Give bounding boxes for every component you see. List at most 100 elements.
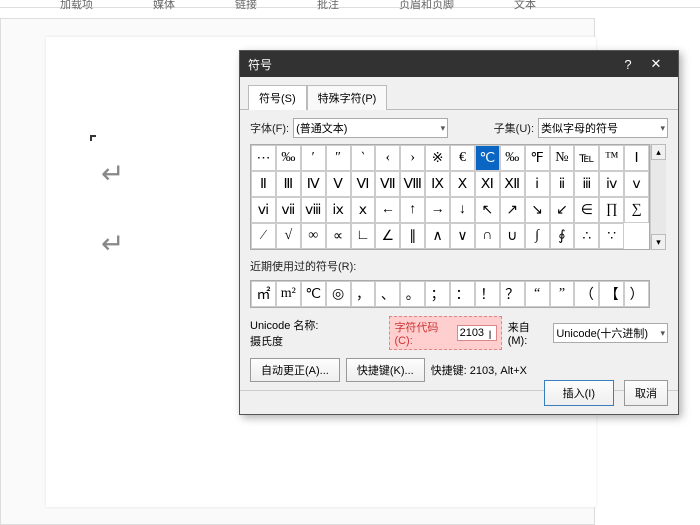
recent-symbol-cell[interactable]: ？: [500, 281, 525, 307]
recent-symbol-cell[interactable]: ，: [351, 281, 376, 307]
symbol-cell[interactable]: ↙: [550, 197, 575, 223]
symbol-cell[interactable]: ↑: [400, 197, 425, 223]
symbol-cell[interactable]: ∫: [525, 223, 550, 249]
symbol-cell[interactable]: Ⅻ: [500, 171, 525, 197]
ribbon-links[interactable]: 链接: [235, 0, 257, 3]
symbol-cell[interactable]: ∩: [475, 223, 500, 249]
symbol-cell[interactable]: ⅱ: [550, 171, 575, 197]
recent-symbol-cell[interactable]: ：: [450, 281, 475, 307]
symbol-cell[interactable]: Ⅺ: [475, 171, 500, 197]
symbol-cell[interactable]: Ⅵ: [351, 171, 376, 197]
symbol-cell[interactable]: €: [450, 145, 475, 171]
symbol-cell[interactable]: ∧: [425, 223, 450, 249]
recent-symbol-cell[interactable]: “: [525, 281, 550, 307]
ribbon-text[interactable]: 文本: [514, 0, 536, 3]
cancel-button[interactable]: 取消: [624, 380, 668, 406]
tab-symbols[interactable]: 符号(S): [248, 85, 307, 110]
symbol-cell[interactable]: ∟: [351, 223, 376, 249]
symbol-cell[interactable]: ∕: [251, 223, 276, 249]
symbol-cell[interactable]: ∠: [375, 223, 400, 249]
symbol-cell[interactable]: ‰: [276, 145, 301, 171]
symbol-cell[interactable]: Ⅱ: [251, 171, 276, 197]
grid-scrollbar[interactable]: ▴ ▾: [650, 144, 666, 250]
symbol-cell[interactable]: ⅷ: [301, 197, 326, 223]
symbol-cell[interactable]: ←: [375, 197, 400, 223]
symbol-cell[interactable]: ⅴ: [624, 171, 649, 197]
scroll-up-icon[interactable]: ▴: [651, 144, 666, 160]
ribbon-headerfooter[interactable]: 页眉和页脚: [399, 0, 454, 3]
symbol-cell[interactable]: ∥: [400, 223, 425, 249]
recent-symbol-cell[interactable]: 【: [599, 281, 624, 307]
symbol-cell[interactable]: Ⅳ: [301, 171, 326, 197]
symbol-cell[interactable]: ‵: [351, 145, 376, 171]
symbol-cell[interactable]: ↖: [475, 197, 500, 223]
ribbon-media[interactable]: 媒体: [153, 0, 175, 3]
autocorrect-button[interactable]: 自动更正(A)...: [250, 358, 340, 382]
symbol-cell[interactable]: ⅹ: [351, 197, 376, 223]
ribbon-addins[interactable]: 加载项: [60, 0, 93, 3]
symbol-cell[interactable]: ↘: [525, 197, 550, 223]
symbol-cell[interactable]: ℃: [475, 145, 500, 171]
symbol-cell[interactable]: ™: [599, 145, 624, 171]
symbol-cell[interactable]: ∈: [574, 197, 599, 223]
symbol-cell[interactable]: ⅰ: [525, 171, 550, 197]
ribbon-comments[interactable]: 批注: [317, 0, 339, 3]
help-button[interactable]: ?: [614, 57, 642, 72]
symbol-cell[interactable]: ∮: [550, 223, 575, 249]
recent-symbol-cell[interactable]: （: [574, 281, 599, 307]
symbol-cell[interactable]: ‰: [500, 145, 525, 171]
symbol-cell[interactable]: ∪: [500, 223, 525, 249]
symbol-cell[interactable]: Ⅸ: [425, 171, 450, 197]
symbol-cell[interactable]: Ⅶ: [375, 171, 400, 197]
symbol-cell[interactable]: ⅸ: [326, 197, 351, 223]
symbol-cell[interactable]: →: [425, 197, 450, 223]
scroll-down-icon[interactable]: ▾: [651, 234, 666, 250]
symbol-cell[interactable]: ∝: [326, 223, 351, 249]
symbol-cell[interactable]: ∏: [599, 197, 624, 223]
symbol-cell[interactable]: ⋯: [251, 145, 276, 171]
symbol-cell[interactable]: ∑: [624, 197, 649, 223]
symbol-cell[interactable]: ″: [326, 145, 351, 171]
symbol-cell[interactable]: ∞: [301, 223, 326, 249]
symbol-cell[interactable]: Ⅰ: [624, 145, 649, 171]
dialog-titlebar[interactable]: 符号 ? ✕: [240, 51, 678, 77]
symbol-cell[interactable]: ∨: [450, 223, 475, 249]
symbol-cell[interactable]: ∵: [599, 223, 624, 249]
symbol-cell[interactable]: ⅲ: [574, 171, 599, 197]
symbol-cell[interactable]: Ⅴ: [326, 171, 351, 197]
symbol-cell[interactable]: ⅳ: [599, 171, 624, 197]
symbol-cell[interactable]: ↓: [450, 197, 475, 223]
scroll-track[interactable]: [651, 160, 666, 234]
symbol-cell[interactable]: ※: [425, 145, 450, 171]
symbol-cell[interactable]: ′: [301, 145, 326, 171]
symbol-cell[interactable]: ›: [400, 145, 425, 171]
recent-symbol-cell[interactable]: m²: [276, 281, 301, 307]
recent-symbol-cell[interactable]: ；: [425, 281, 450, 307]
symbol-cell[interactable]: ℡: [574, 145, 599, 171]
font-dropdown[interactable]: (普通文本) ▾: [293, 118, 448, 138]
symbol-cell[interactable]: ℉: [525, 145, 550, 171]
symbol-cell[interactable]: ‹: [375, 145, 400, 171]
recent-symbol-cell[interactable]: ㎡: [251, 281, 276, 307]
recent-symbol-cell[interactable]: ”: [550, 281, 575, 307]
recent-symbol-cell[interactable]: ）: [624, 281, 649, 307]
insert-button[interactable]: 插入(I): [544, 380, 614, 406]
symbol-cell[interactable]: Ⅲ: [276, 171, 301, 197]
from-dropdown[interactable]: Unicode(十六进制) ▾: [553, 323, 668, 343]
symbol-cell[interactable]: Ⅷ: [400, 171, 425, 197]
shortcut-key-button[interactable]: 快捷键(K)...: [346, 358, 425, 382]
symbol-cell[interactable]: №: [550, 145, 575, 171]
tab-special-chars[interactable]: 特殊字符(P): [307, 85, 388, 110]
recent-symbol-cell[interactable]: ℃: [301, 281, 326, 307]
recent-symbol-cell[interactable]: 。: [400, 281, 425, 307]
subset-dropdown[interactable]: 类似字母的符号 ▾: [538, 118, 668, 138]
symbol-cell[interactable]: √: [276, 223, 301, 249]
close-button[interactable]: ✕: [642, 56, 670, 72]
symbol-cell[interactable]: ⅶ: [276, 197, 301, 223]
symbol-cell[interactable]: ↗: [500, 197, 525, 223]
recent-symbol-cell[interactable]: ◎: [326, 281, 351, 307]
symbol-cell[interactable]: ⅵ: [251, 197, 276, 223]
recent-symbol-cell[interactable]: 、: [375, 281, 400, 307]
recent-symbol-cell[interactable]: ！: [475, 281, 500, 307]
char-code-input[interactable]: 2103 I: [457, 325, 497, 341]
